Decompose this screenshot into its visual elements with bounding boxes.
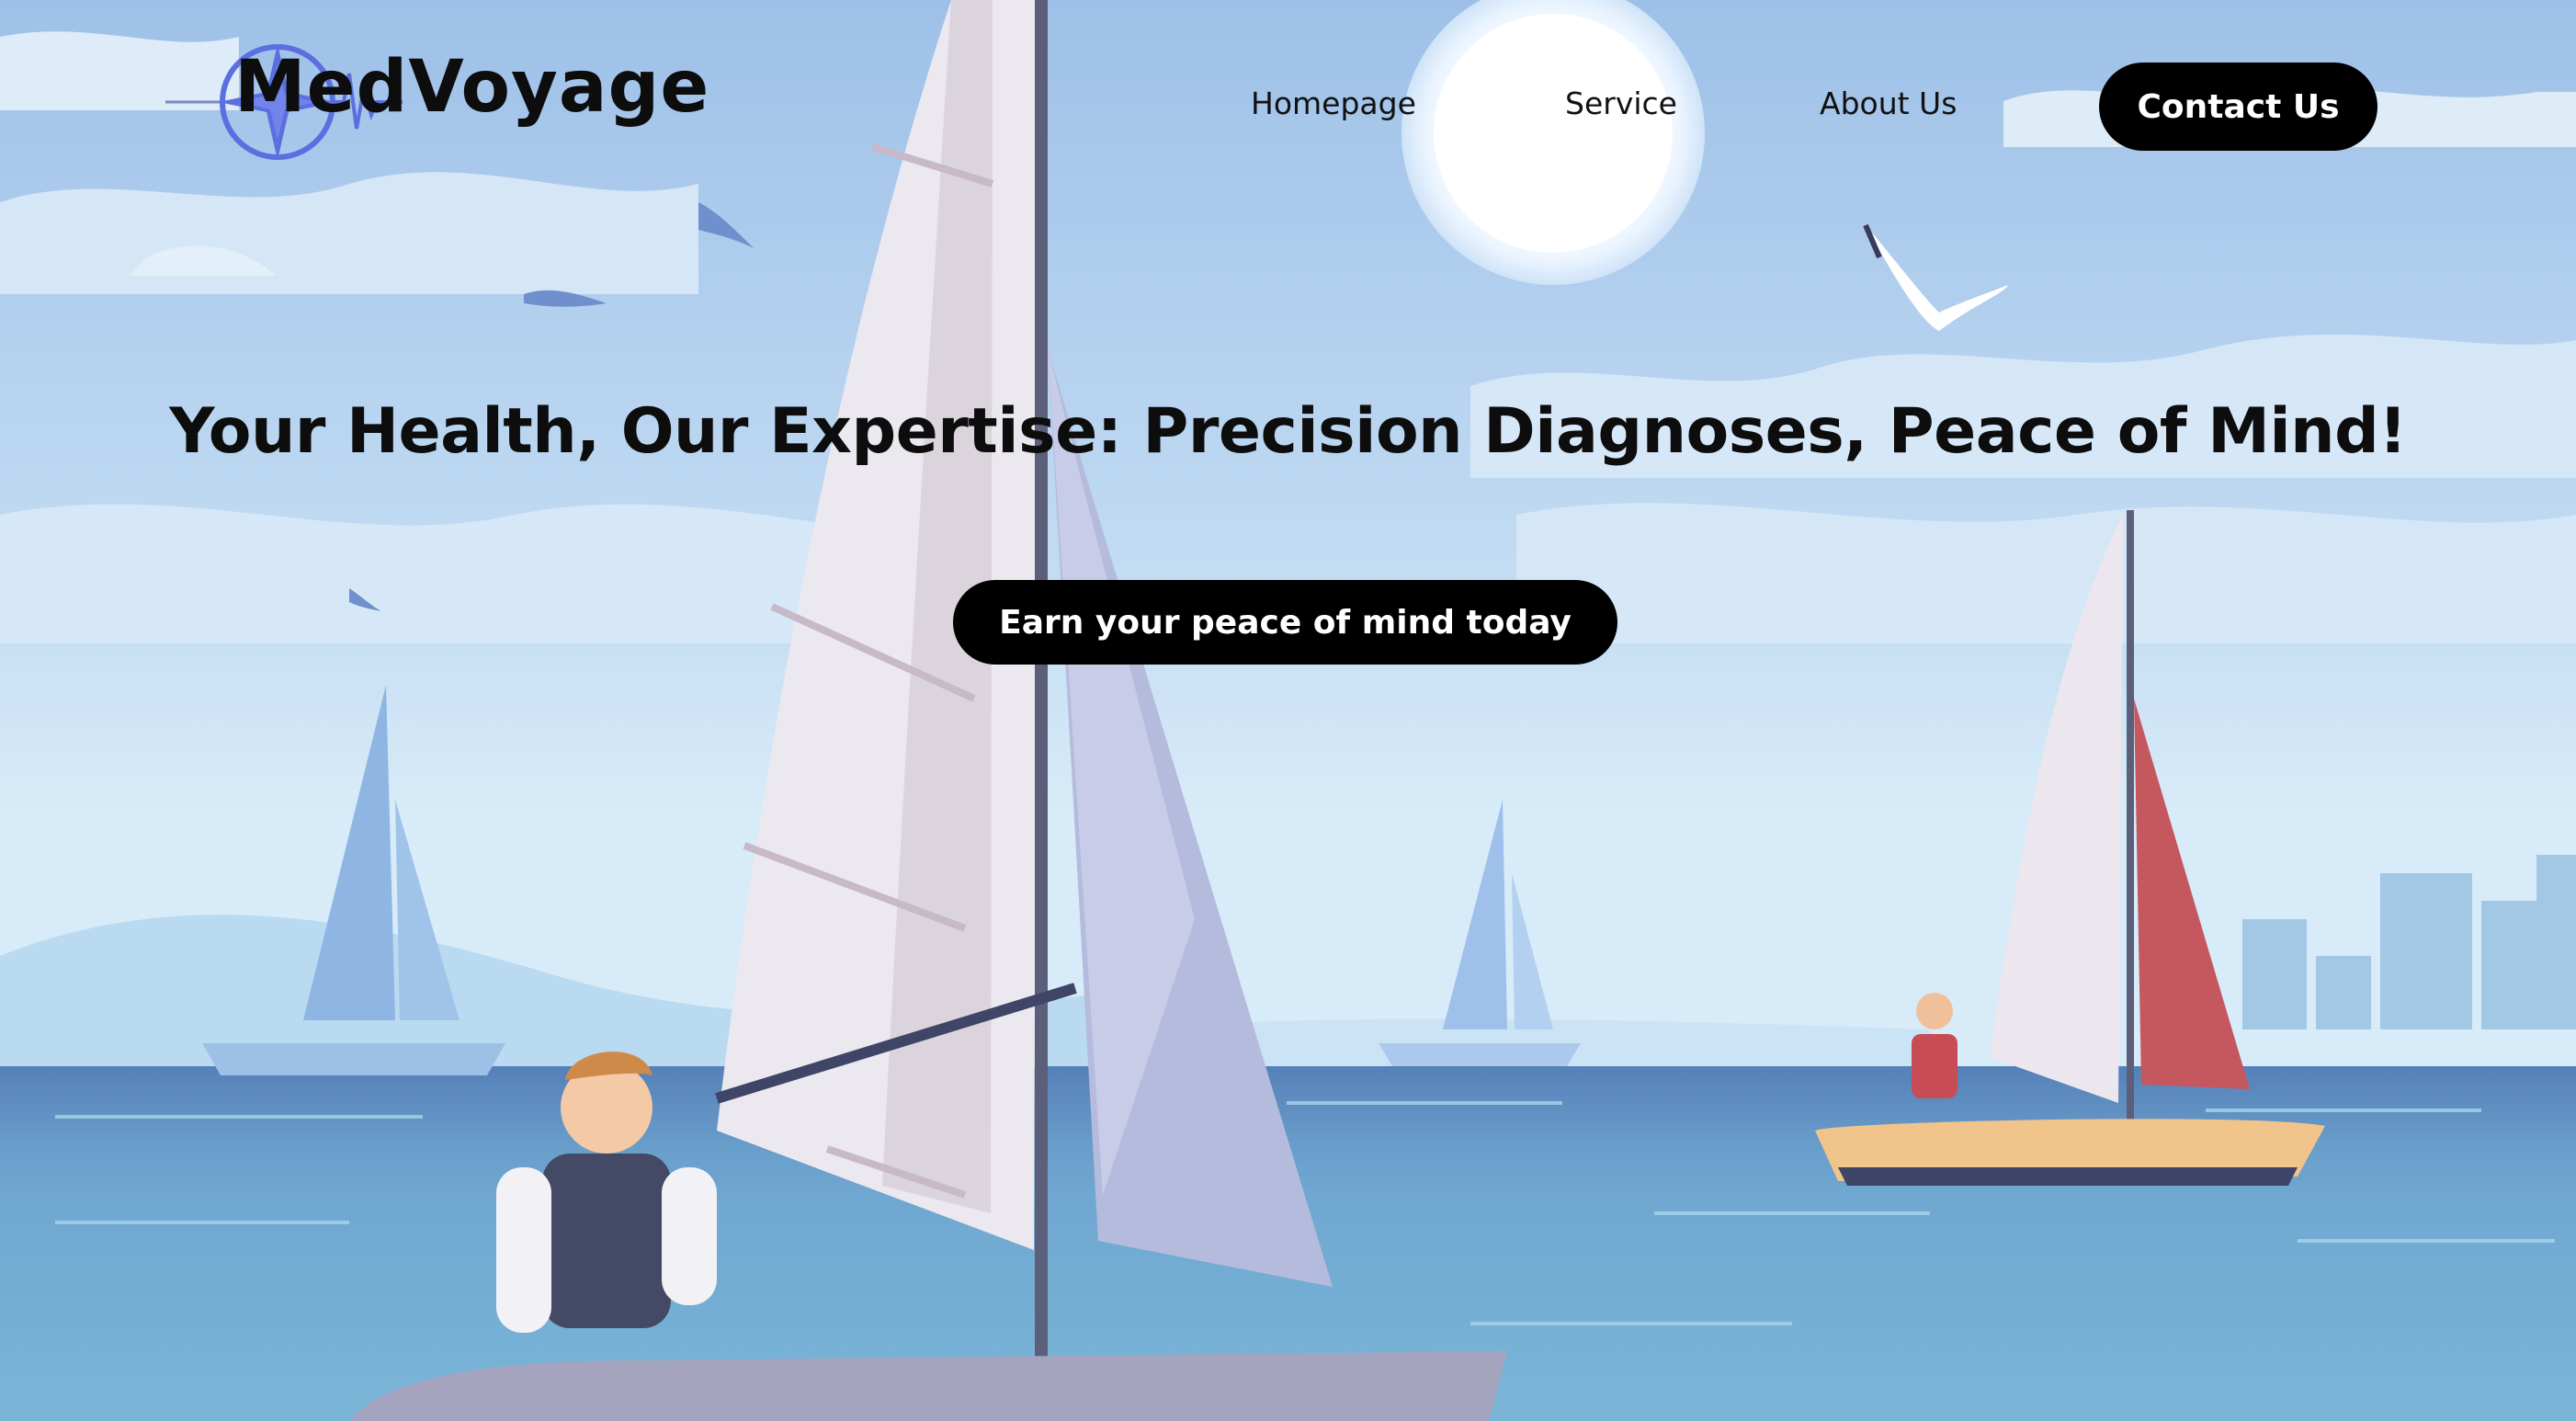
brand-name[interactable]: MedVoyage — [234, 46, 709, 129]
hero-background-illustration — [0, 0, 2576, 1421]
nav-link-about-us[interactable]: About Us — [1820, 85, 1957, 121]
hero-headline: Your Health, Our Expertise: Precision Di… — [169, 395, 2407, 468]
cta-button[interactable]: Earn your peace of mind today — [953, 580, 1617, 665]
nav-link-homepage[interactable]: Homepage — [1251, 85, 1416, 121]
nav-link-service[interactable]: Service — [1565, 85, 1677, 121]
contact-us-button[interactable]: Contact Us — [2099, 63, 2377, 151]
